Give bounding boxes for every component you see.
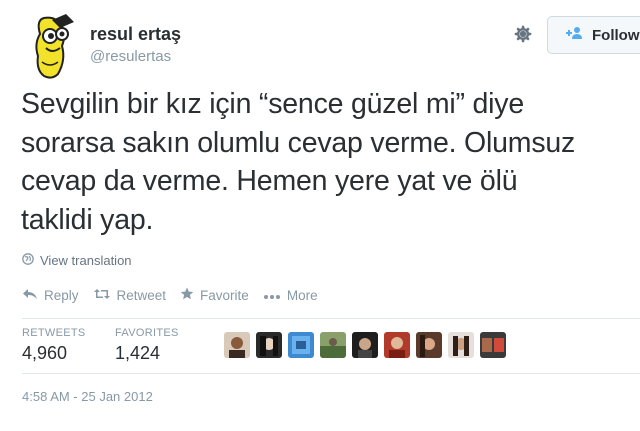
avatar[interactable] bbox=[448, 332, 474, 358]
globe-icon bbox=[22, 253, 34, 268]
add-user-icon bbox=[564, 26, 584, 45]
more-label: More bbox=[286, 287, 318, 303]
retweets-count: 4,960 bbox=[22, 343, 68, 363]
retweets-stat[interactable]: RETWEETS 4,960 bbox=[22, 327, 86, 364]
tweet-line: taklidi yap. bbox=[21, 203, 154, 236]
avatar[interactable] bbox=[256, 332, 282, 358]
star-icon bbox=[180, 287, 194, 303]
avatar[interactable] bbox=[288, 332, 314, 358]
favorites-stat[interactable]: FAVORITES 1,424 bbox=[115, 327, 179, 364]
reply-label: Reply bbox=[44, 287, 79, 303]
gear-icon[interactable] bbox=[512, 23, 534, 45]
more-dots-icon bbox=[263, 288, 281, 303]
avatar[interactable] bbox=[416, 332, 442, 358]
more-button[interactable]: More bbox=[263, 288, 318, 303]
display-name[interactable]: resul ertaş bbox=[90, 24, 181, 45]
tweet-line: Sevgilin bir kız için “sence güzel mi” d… bbox=[21, 88, 525, 120]
avatar[interactable] bbox=[384, 332, 410, 358]
tweet-actions: Reply Retweet Favorite More bbox=[22, 287, 332, 303]
reply-icon bbox=[22, 288, 38, 303]
avatar[interactable] bbox=[224, 332, 250, 358]
tweet-timestamp[interactable]: 4:58 AM - 25 Jan 2012 bbox=[22, 389, 153, 404]
tweet-line: sorarsa sakın olumlu cevap verme. Olumsu… bbox=[21, 126, 576, 159]
favorite-button[interactable]: Favorite bbox=[180, 287, 249, 303]
favoriters-avatars bbox=[224, 332, 506, 358]
favorites-count: 1,424 bbox=[115, 343, 161, 363]
view-translation-link[interactable]: View translation bbox=[22, 253, 132, 268]
divider bbox=[22, 318, 640, 319]
avatar[interactable] bbox=[22, 12, 80, 82]
tweet-text: Sevgilin bir kız için “sence güzel mi” d… bbox=[21, 85, 640, 239]
divider bbox=[22, 373, 640, 374]
retweet-icon bbox=[93, 288, 111, 303]
tweet-line: cevap da verme. Hemen yere yat ve ölü bbox=[21, 165, 518, 197]
retweets-label: RETWEETS bbox=[22, 327, 86, 339]
view-translation-label: View translation bbox=[40, 253, 132, 268]
follow-button-label: Follow bbox=[592, 26, 640, 44]
username[interactable]: @resulertas bbox=[90, 48, 171, 65]
avatar[interactable] bbox=[480, 332, 506, 358]
retweet-label: Retweet bbox=[116, 287, 167, 303]
retweet-button[interactable]: Retweet bbox=[93, 287, 167, 303]
follow-button[interactable]: Follow bbox=[547, 16, 640, 54]
favorites-label: FAVORITES bbox=[115, 327, 179, 339]
reply-button[interactable]: Reply bbox=[22, 288, 79, 303]
avatar[interactable] bbox=[320, 332, 346, 358]
avatar[interactable] bbox=[352, 332, 378, 358]
favorite-label: Favorite bbox=[200, 287, 249, 303]
